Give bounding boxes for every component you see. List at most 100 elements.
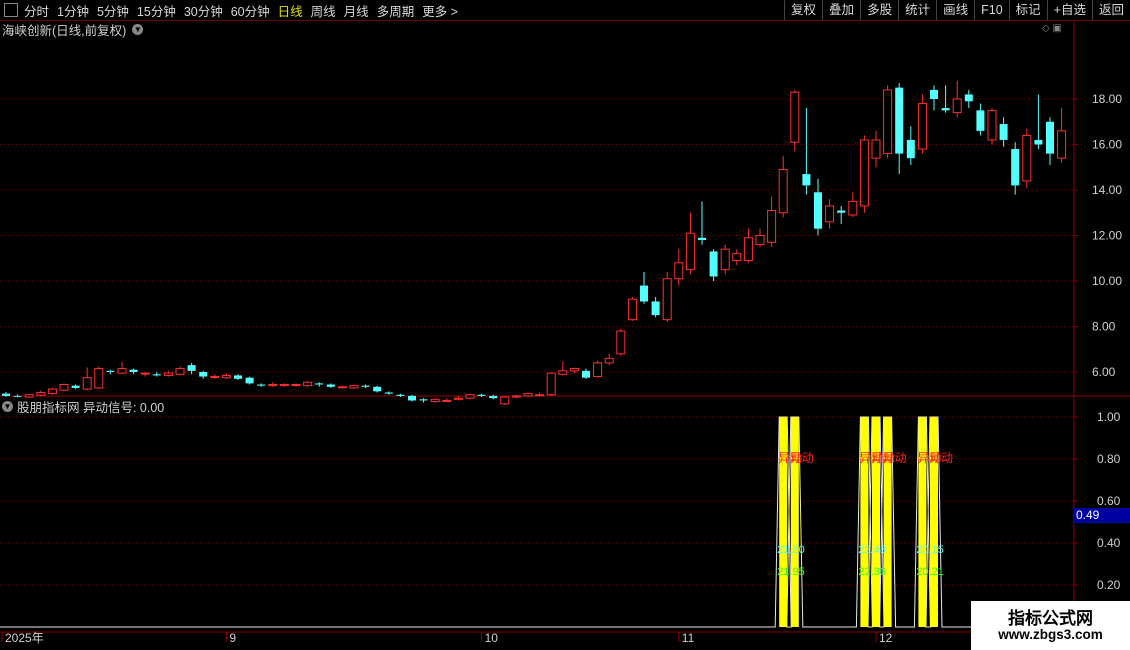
candle-body-up: [778, 169, 788, 214]
signal-bar: [872, 417, 880, 627]
signal-bar: [883, 417, 892, 627]
price-axis-label: 16.00: [1092, 138, 1122, 152]
time-axis-label: 11: [682, 631, 695, 645]
candle-body-down: [1011, 149, 1020, 186]
candle-body-up: [871, 139, 881, 159]
candle-body-down: [71, 385, 80, 388]
candle-body-down: [419, 399, 428, 401]
candle-body-down: [257, 384, 266, 386]
candle-body-down: [640, 285, 648, 302]
indicator-axis-label: 0.20: [1097, 578, 1121, 592]
chart-canvas[interactable]: 18.00 16.00 14.00 12.00 10.00 8.00 6.00 1.00 0.8…: [0, 0, 1130, 650]
candle-body-up: [616, 330, 626, 355]
time-axis-label: 10: [485, 631, 499, 645]
candle-body-down: [709, 251, 718, 277]
watermark-title: 指标公式网: [1008, 609, 1093, 629]
candle-body-down: [13, 395, 22, 397]
indicator-axis-label: 0.80: [1097, 452, 1121, 466]
candle-body-up: [535, 394, 545, 397]
candle-body-down: [199, 372, 208, 377]
candle-body-up: [720, 248, 730, 271]
time-axis-label: 12: [879, 631, 893, 645]
candle-body-down: [1034, 139, 1043, 145]
signal-label: 异动: [929, 451, 953, 465]
signal-value-cyan: 21.80: [777, 544, 805, 556]
signal-label: 异动: [790, 451, 814, 465]
candle-body-down: [814, 192, 822, 229]
candle-body-down: [234, 375, 242, 379]
candle-body-up: [627, 298, 637, 321]
candle-body-up: [952, 98, 962, 114]
indicator-axis-label: 1.00: [1097, 410, 1121, 424]
candle-body-down: [895, 87, 904, 154]
signal-value-green: 20.21: [916, 566, 944, 578]
candle-body-up: [36, 391, 46, 396]
candle-body-up: [674, 262, 684, 280]
watermark-url: www.zbgs3.com: [998, 627, 1103, 642]
candle-body-down: [326, 384, 335, 387]
candle-body-up: [569, 368, 579, 372]
candle-body-down: [396, 394, 405, 396]
signal-value-cyan: 20.15: [916, 544, 944, 556]
candle-body-up: [221, 374, 231, 379]
candle-body-down: [941, 108, 950, 111]
candle-body-down: [315, 383, 324, 385]
candle-body-up: [593, 362, 603, 378]
candle-body-up: [59, 384, 69, 391]
signal-bar: [918, 417, 927, 627]
candle-body-up: [732, 253, 742, 262]
candle-body-up: [883, 89, 893, 155]
candle-body-up: [511, 395, 521, 398]
watermark-logo: 指标公式网 www.zbgs3.com: [971, 601, 1130, 650]
candle-body-up: [210, 376, 220, 379]
candle-body-down: [361, 385, 370, 387]
time-axis-label: 2025年: [5, 631, 44, 645]
candle-body-down: [477, 394, 486, 396]
price-axis-label: 18.00: [1092, 92, 1122, 106]
candle-body-up: [859, 139, 869, 207]
price-axis-label: 6.00: [1092, 365, 1116, 379]
candle-body-down: [976, 110, 985, 131]
candle-body-down: [408, 395, 416, 401]
candle-body-down: [373, 386, 382, 392]
candle-body-down: [930, 89, 938, 99]
time-axis-label: 9: [229, 631, 236, 645]
candle-body-down: [129, 369, 138, 372]
candle-body-down: [187, 365, 196, 371]
candle-body-down: [489, 395, 498, 399]
candle-body-up: [337, 386, 347, 389]
candle-body-up: [303, 381, 313, 387]
signal-bar: [860, 417, 869, 627]
candle-body-up: [291, 384, 301, 387]
candle-body-down: [582, 370, 590, 378]
candle-body-up: [24, 394, 34, 398]
candle-body-up: [825, 205, 835, 223]
candle-body-up: [47, 388, 57, 395]
candle-body-up: [268, 384, 278, 387]
candle-body-up: [279, 384, 289, 387]
signal-bar: [779, 417, 788, 627]
candle-body-up: [755, 235, 765, 246]
signal-value-green: 21.95: [777, 566, 805, 578]
candle-body-up: [175, 368, 185, 375]
price-axis-label: 8.00: [1092, 320, 1116, 334]
signal-bar: [790, 417, 799, 627]
signal-value-green: 22.36: [858, 566, 886, 578]
candle-body-up: [117, 368, 127, 374]
candle-body-down: [106, 370, 115, 372]
indicator-axis-label: 0.60: [1097, 494, 1121, 508]
candle-body-up: [1057, 130, 1067, 159]
candle-body-down: [152, 374, 161, 376]
candle-body-down: [384, 392, 393, 394]
signal-value-cyan: 22.48: [858, 544, 886, 556]
candle-body-up: [743, 237, 753, 262]
candle-body-up: [558, 370, 568, 375]
price-axis-label: 10.00: [1092, 274, 1122, 288]
candle-body-up: [453, 397, 463, 400]
price-axis-label: 14.00: [1092, 183, 1122, 197]
candle-body-up: [500, 396, 510, 405]
candle-body-up: [163, 372, 173, 376]
candle-body-up: [94, 368, 104, 389]
candle-body-up: [465, 394, 475, 399]
candle-body-up: [82, 377, 92, 390]
